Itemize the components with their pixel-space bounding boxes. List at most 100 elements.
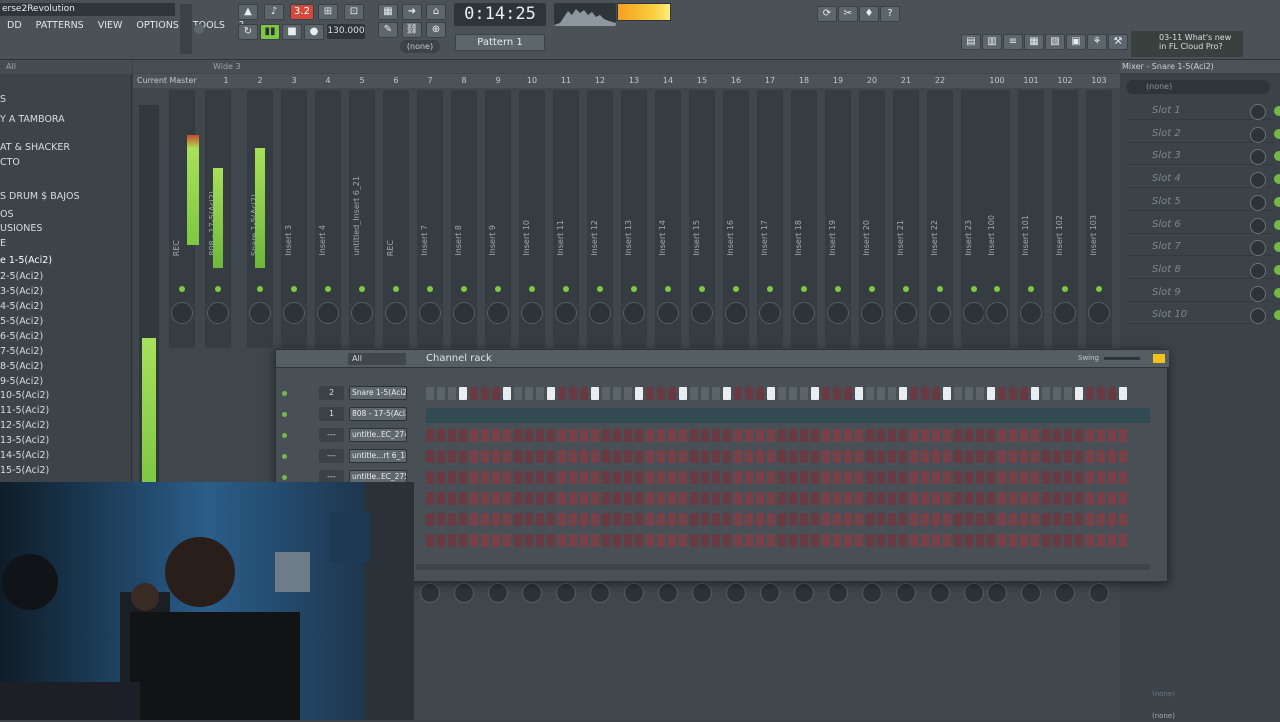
step-button[interactable] — [437, 513, 445, 526]
strip-enable-led[interactable] — [994, 286, 1000, 292]
step-button[interactable] — [613, 429, 621, 442]
mixer-strip[interactable]: Insert 100 — [984, 90, 1010, 348]
step-button[interactable] — [965, 450, 973, 463]
send-knob[interactable] — [964, 583, 984, 603]
menu-options[interactable]: OPTIONS — [129, 18, 185, 34]
snap-select[interactable]: (none) — [400, 40, 440, 53]
channel-mixer-target[interactable]: 2 — [319, 386, 344, 400]
step-button[interactable] — [536, 534, 544, 547]
step-button[interactable] — [833, 429, 841, 442]
step-button[interactable] — [613, 387, 621, 400]
step-button[interactable] — [514, 450, 522, 463]
step-button[interactable] — [1053, 387, 1061, 400]
step-button[interactable] — [569, 492, 577, 505]
step-button[interactable] — [921, 471, 929, 484]
step-button[interactable] — [1020, 429, 1028, 442]
step-button[interactable] — [1075, 513, 1083, 526]
effect-slot[interactable]: Slot 9 — [1126, 284, 1280, 302]
step-button[interactable] — [987, 450, 995, 463]
step-button[interactable] — [1086, 387, 1094, 400]
step-button[interactable] — [745, 429, 753, 442]
step-button[interactable] — [602, 534, 610, 547]
step-button[interactable] — [833, 513, 841, 526]
step-button[interactable] — [503, 471, 511, 484]
step-button[interactable] — [877, 513, 885, 526]
step-button[interactable] — [921, 429, 929, 442]
step-button[interactable] — [492, 429, 500, 442]
effect-slot[interactable]: Slot 1 — [1126, 102, 1280, 120]
step-button[interactable] — [844, 450, 852, 463]
strip-enable-led[interactable] — [179, 286, 185, 292]
step-button[interactable] — [1075, 534, 1083, 547]
pan-knob[interactable] — [861, 302, 883, 324]
mixer-strip[interactable]: Insert 20 — [859, 90, 885, 348]
step-button[interactable] — [833, 450, 841, 463]
step-button[interactable] — [1009, 387, 1017, 400]
step-button[interactable] — [624, 534, 632, 547]
step-button[interactable] — [811, 450, 819, 463]
step-button[interactable] — [822, 429, 830, 442]
step-button[interactable] — [888, 513, 896, 526]
slot-enable-led[interactable] — [1274, 196, 1280, 207]
pan-knob[interactable] — [963, 302, 985, 324]
slot-mix-knob[interactable] — [1250, 262, 1266, 279]
step-button[interactable] — [1042, 429, 1050, 442]
send-knob[interactable] — [420, 583, 440, 603]
browser-item[interactable]: 3-5(Aci2) — [0, 286, 43, 297]
step-button[interactable] — [602, 471, 610, 484]
step-button[interactable] — [613, 450, 621, 463]
step-button[interactable] — [591, 387, 599, 400]
step-button[interactable] — [437, 387, 445, 400]
step-button[interactable] — [987, 492, 995, 505]
step-button[interactable] — [701, 534, 709, 547]
step-button[interactable] — [646, 534, 654, 547]
step-button[interactable] — [1119, 492, 1127, 505]
step-button[interactable] — [602, 429, 610, 442]
step-button[interactable] — [855, 450, 863, 463]
effect-slot[interactable]: Slot 4 — [1126, 170, 1280, 189]
step-button[interactable] — [1053, 471, 1061, 484]
mixer-strip[interactable]: Insert 22 — [927, 90, 953, 348]
step-button[interactable] — [844, 513, 852, 526]
strip-enable-led[interactable] — [495, 286, 501, 292]
mixer-strip[interactable]: Insert 13 — [621, 90, 647, 348]
effect-slot[interactable]: Slot 10 — [1126, 306, 1280, 325]
channel-mute-led[interactable] — [282, 454, 287, 459]
mixer-strip[interactable]: Insert 12 — [587, 90, 613, 348]
step-button[interactable] — [811, 429, 819, 442]
channel-row[interactable]: --- untitle..EC_274 — [276, 425, 1169, 446]
step-button[interactable] — [613, 534, 621, 547]
step-button[interactable] — [1097, 513, 1105, 526]
step-button[interactable] — [888, 387, 896, 400]
step-button[interactable] — [833, 471, 841, 484]
send-knob[interactable] — [522, 583, 542, 603]
step-button[interactable] — [1009, 492, 1017, 505]
menu-patterns[interactable]: PATTERNS — [29, 18, 91, 34]
step-button[interactable] — [954, 429, 962, 442]
pan-knob[interactable] — [895, 302, 917, 324]
step-button[interactable] — [910, 471, 918, 484]
step-button[interactable] — [635, 387, 643, 400]
slot-enable-led[interactable] — [1274, 242, 1280, 253]
step-button[interactable] — [833, 534, 841, 547]
input-select[interactable]: (none) — [1126, 80, 1270, 94]
strip-enable-led[interactable] — [1062, 286, 1068, 292]
browser-item[interactable]: OS — [0, 209, 14, 220]
channel-name-button[interactable]: untitle..EC_274 — [349, 428, 407, 442]
plugin-database-icon[interactable]: ⚘ — [1087, 34, 1107, 50]
step-button[interactable] — [943, 429, 951, 442]
step-button[interactable] — [492, 471, 500, 484]
step-button[interactable] — [1064, 429, 1072, 442]
step-button[interactable] — [899, 429, 907, 442]
step-button[interactable] — [789, 387, 797, 400]
strip-enable-led[interactable] — [1096, 286, 1102, 292]
channel-mute-led[interactable] — [282, 433, 287, 438]
step-button[interactable] — [470, 513, 478, 526]
step-button[interactable] — [800, 513, 808, 526]
browser-item[interactable]: 2-5(Aci2) — [0, 271, 43, 282]
step-button[interactable] — [1086, 471, 1094, 484]
mixer-strip[interactable]: Insert 9 — [485, 90, 511, 348]
step-button[interactable] — [800, 534, 808, 547]
swing-slider[interactable] — [1104, 357, 1140, 360]
strip-enable-led[interactable] — [631, 286, 637, 292]
